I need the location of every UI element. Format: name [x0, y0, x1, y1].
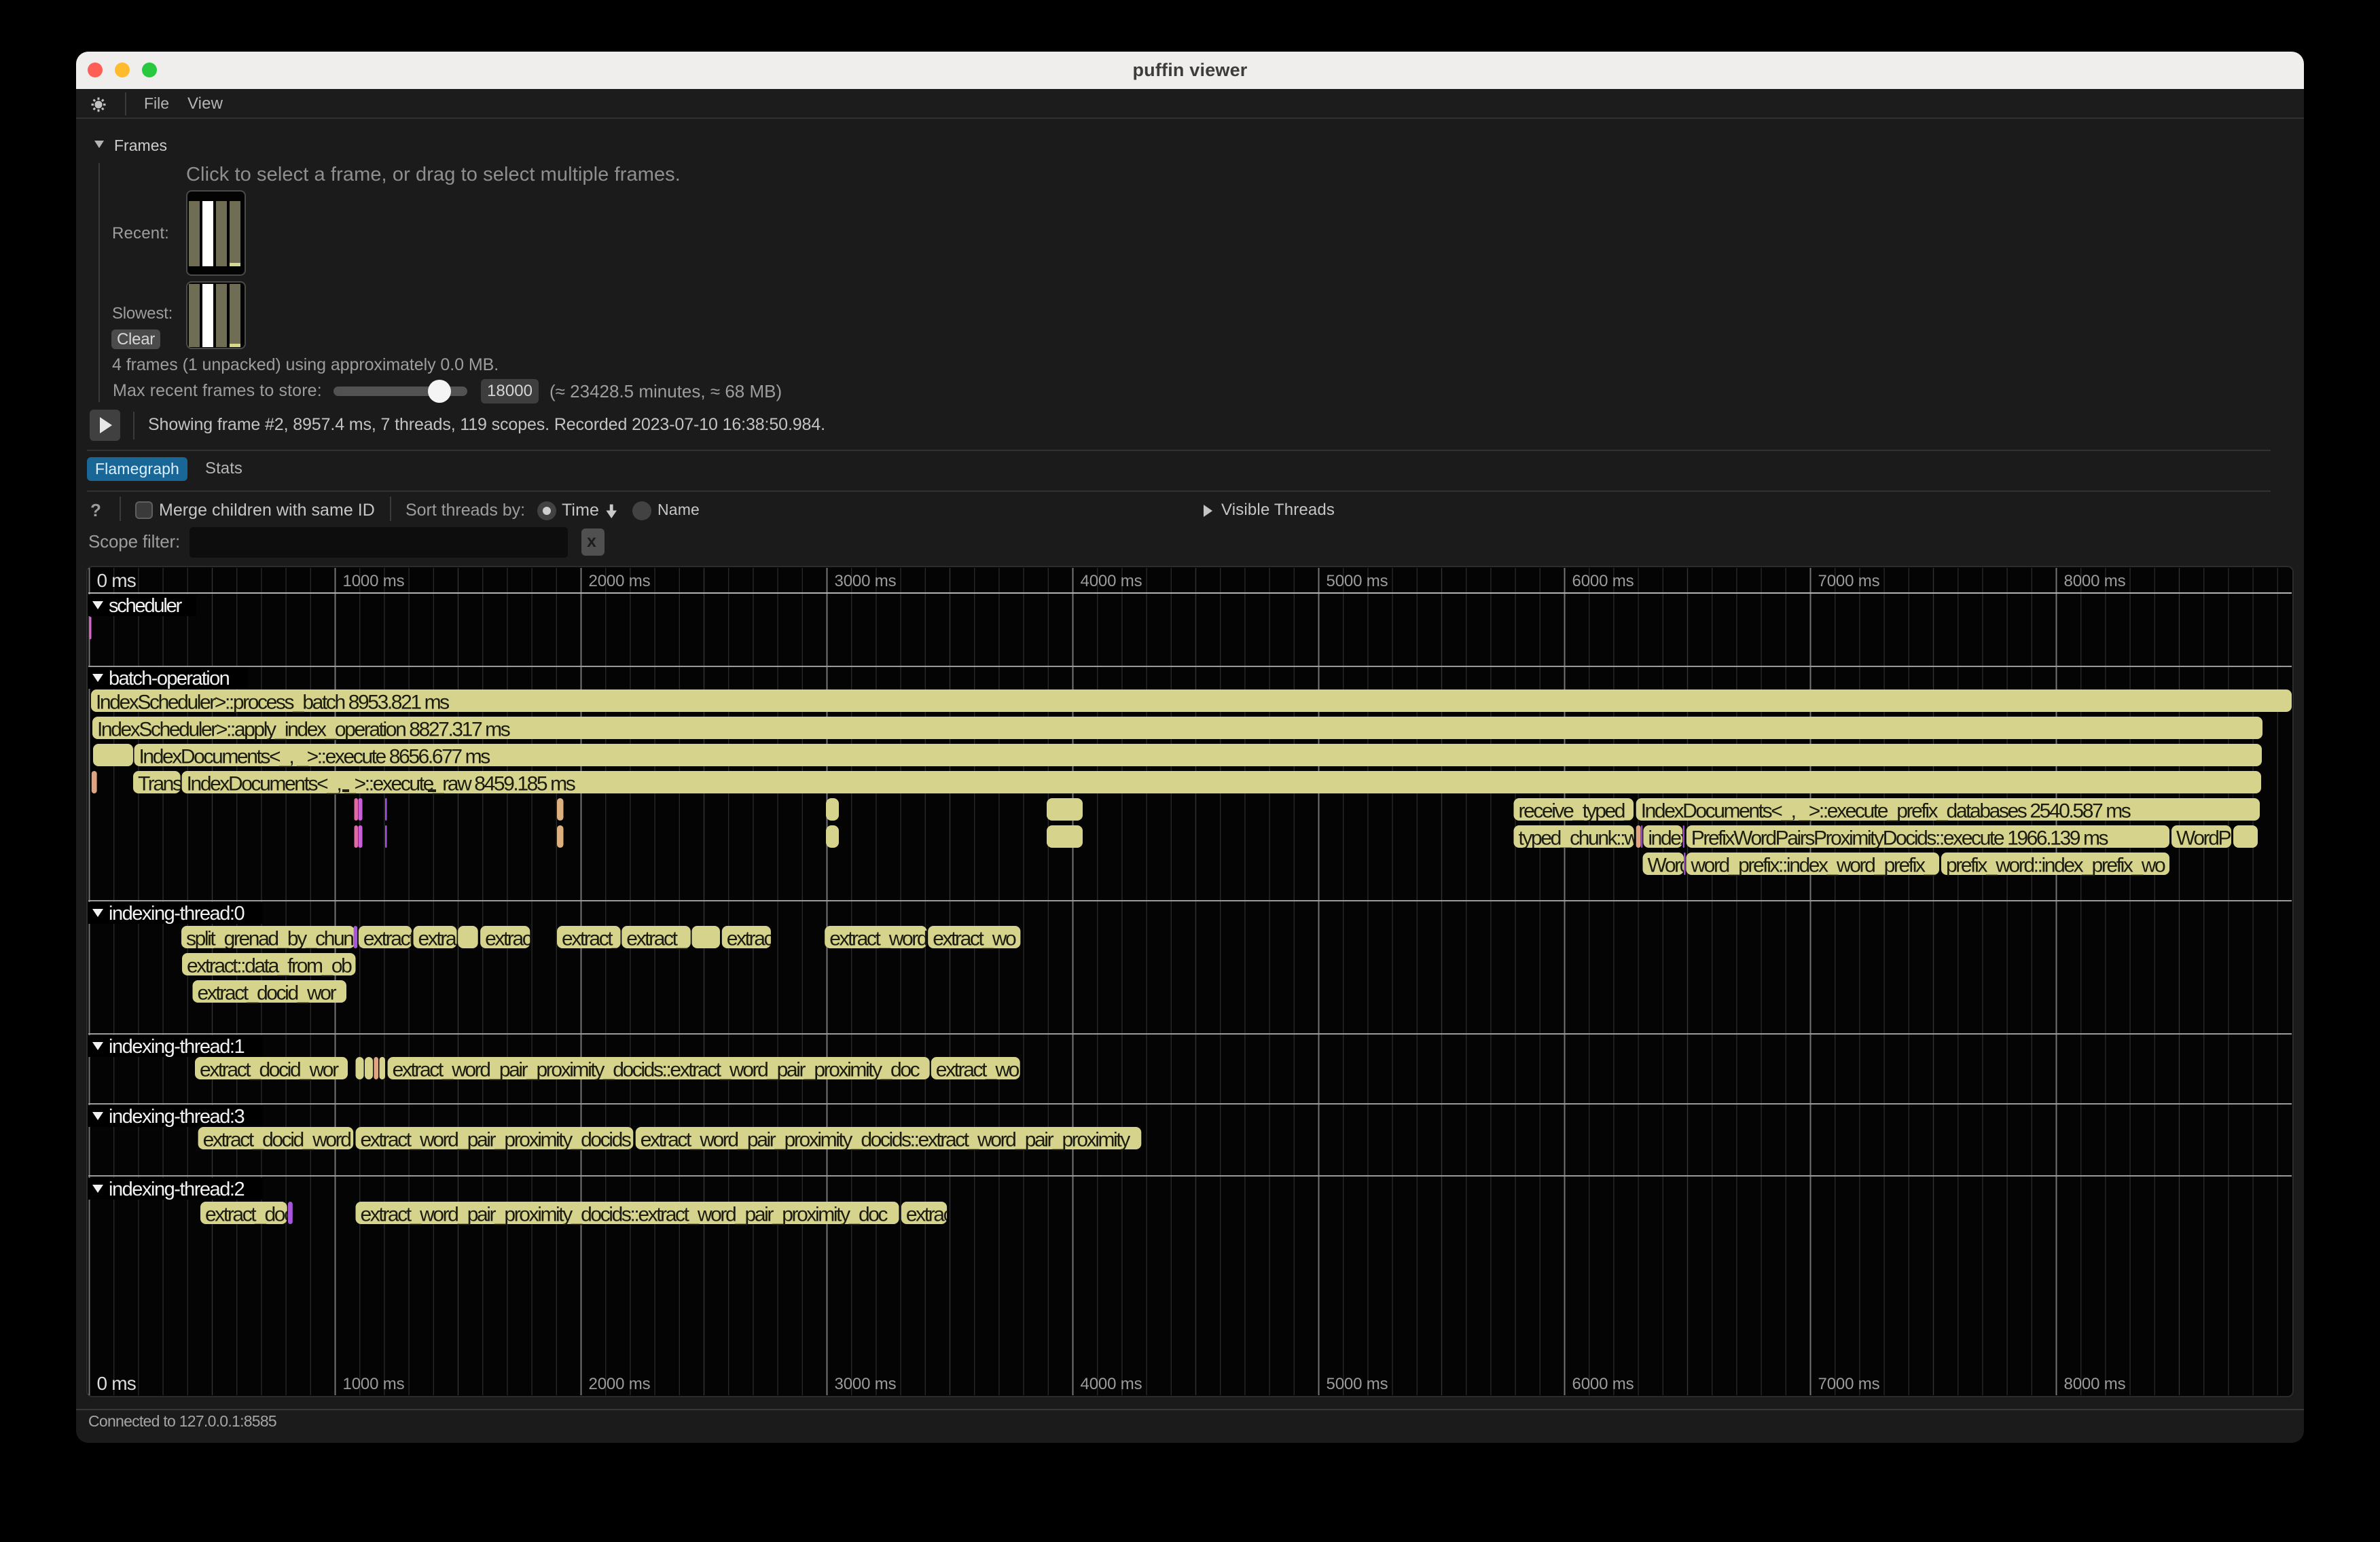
svg-text:scheduler: scheduler: [109, 595, 183, 617]
svg-text:extract_word: extract_word: [829, 928, 927, 950]
svg-text:extrac: extrac: [485, 928, 533, 950]
svg-text:extract: extract: [727, 928, 778, 950]
svg-text:1000 ms: 1000 ms: [343, 572, 405, 590]
svg-text:PrefixWordPairsProximityDocids: PrefixWordPairsProximityDocids::execute …: [1691, 827, 2108, 850]
svg-text:extract: extract: [363, 928, 415, 950]
svg-text:extract::data_from_ob: extract::data_from_ob: [187, 955, 352, 978]
svg-text:IndexScheduler>::apply_index_o: IndexScheduler>::apply_index_operation 8…: [97, 719, 510, 741]
svg-text:indexing-thread:0: indexing-thread:0: [109, 903, 244, 925]
svg-text:0 ms: 0 ms: [97, 1373, 136, 1394]
svg-text:1000 ms: 1000 ms: [343, 1375, 405, 1393]
svg-text:8000 ms: 8000 ms: [2064, 572, 2126, 590]
svg-text:extract_word_pair_proximity_do: extract_word_pair_proximity_docids::extr…: [393, 1059, 920, 1081]
svg-text:6000 ms: 6000 ms: [1572, 1375, 1634, 1393]
svg-text:word_prefix::index_word_prefix: word_prefix::index_word_prefix_: [1690, 855, 1936, 877]
svg-text:extract_wo: extract_wo: [936, 1059, 1020, 1081]
svg-text:prefix_word::index_prefix_wo: prefix_word::index_prefix_wo: [1946, 855, 2165, 877]
svg-text:IndexDocuments<_, _>::execute: IndexDocuments<_, _>::execute 8656.677 m…: [139, 746, 490, 768]
svg-text:indexing-thread:3: indexing-thread:3: [109, 1106, 244, 1128]
svg-text:Trans: Trans: [138, 773, 182, 795]
svg-text:2000 ms: 2000 ms: [589, 572, 651, 590]
svg-text:extrac: extrac: [906, 1204, 954, 1226]
svg-text:5000 ms: 5000 ms: [1327, 572, 1388, 590]
svg-text:6000 ms: 6000 ms: [1572, 572, 1634, 590]
svg-text:extract_docid_word: extract_docid_word: [203, 1129, 351, 1151]
svg-text:split_grenad_by_chunk: split_grenad_by_chunk: [186, 928, 364, 950]
svg-text:extract_docid_wor: extract_docid_wor: [200, 1059, 339, 1081]
svg-text:3000 ms: 3000 ms: [835, 572, 897, 590]
svg-text:receive_typed_: receive_typed_: [1519, 800, 1637, 823]
svg-text:extra: extra: [418, 928, 457, 950]
svg-text:extract_word_pair_proximity_do: extract_word_pair_proximity_docids::extr…: [361, 1204, 888, 1226]
svg-text:indexing-thread:1: indexing-thread:1: [109, 1036, 244, 1058]
svg-text:IndexDocuments<_, _>::execute_: IndexDocuments<_, _>::execute_prefix_dat…: [1641, 800, 2131, 823]
svg-text:extract_: extract_: [626, 928, 688, 950]
svg-text:3000 ms: 3000 ms: [835, 1375, 897, 1393]
svg-text:4000 ms: 4000 ms: [1081, 1375, 1142, 1393]
svg-text:0 ms: 0 ms: [97, 570, 136, 591]
svg-text:extract_doc: extract_doc: [205, 1204, 294, 1226]
svg-text:extract_docid_wor: extract_docid_wor: [198, 982, 337, 1005]
svg-text:7000 ms: 7000 ms: [1818, 572, 1880, 590]
svg-text:5000 ms: 5000 ms: [1327, 1375, 1388, 1393]
svg-text:Word: Word: [1648, 855, 1690, 877]
svg-text:8000 ms: 8000 ms: [2064, 1375, 2126, 1393]
svg-text:IndexDocuments<_, _>::execute_: IndexDocuments<_, _>::execute_raw 8459.1…: [187, 773, 575, 795]
svg-text:extract_word_pair_proximity_do: extract_word_pair_proximity_docids::extr…: [641, 1129, 1131, 1151]
svg-text:extract_wo: extract_wo: [933, 928, 1016, 950]
svg-text:indexing-thread:2: indexing-thread:2: [109, 1179, 244, 1200]
svg-text:typed_chunk::w: typed_chunk::w: [1519, 827, 1640, 850]
svg-text:extract_word_pair_proximity_do: extract_word_pair_proximity_docids: [361, 1129, 631, 1151]
svg-text:4000 ms: 4000 ms: [1081, 572, 1142, 590]
svg-text:WordPr: WordPr: [2176, 827, 2237, 850]
svg-text:7000 ms: 7000 ms: [1818, 1375, 1880, 1393]
svg-text:IndexScheduler>::process_batch: IndexScheduler>::process_batch 8953.821 …: [96, 692, 449, 714]
svg-text:batch-operation: batch-operation: [109, 668, 230, 689]
svg-text:2000 ms: 2000 ms: [589, 1375, 651, 1393]
svg-text:extract_: extract_: [562, 928, 624, 950]
